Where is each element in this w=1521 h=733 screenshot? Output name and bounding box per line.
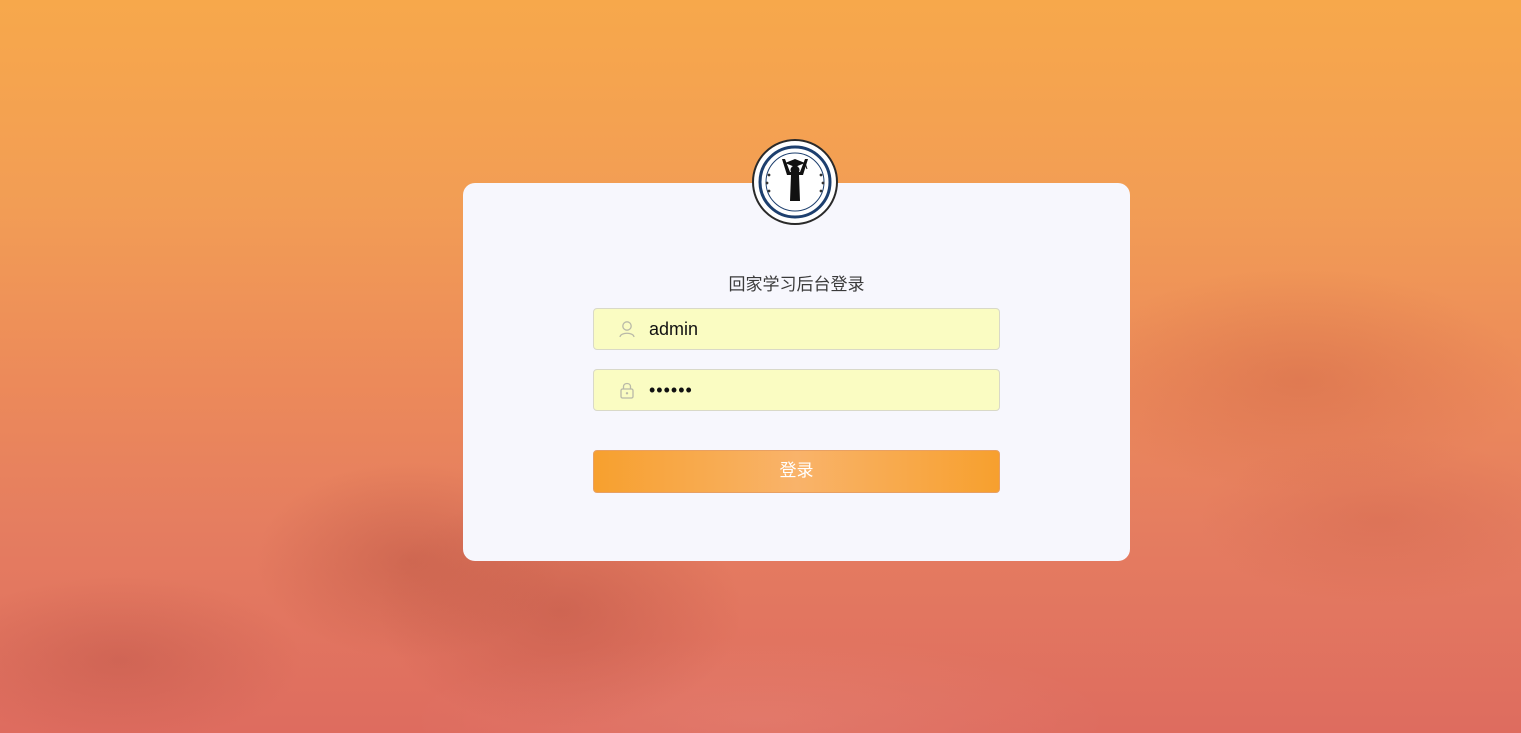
login-title: 回家学习后台登录 bbox=[728, 275, 865, 295]
password-input[interactable] bbox=[649, 370, 989, 410]
login-button[interactable]: 登录 bbox=[593, 450, 1000, 493]
username-input[interactable] bbox=[649, 309, 989, 349]
graduate-logo-icon bbox=[752, 139, 838, 225]
password-field[interactable] bbox=[593, 369, 1000, 411]
user-icon bbox=[617, 319, 637, 339]
login-page: 回家学习后台登录 登录 bbox=[0, 0, 1521, 733]
username-field[interactable] bbox=[593, 308, 1000, 350]
lock-icon bbox=[617, 380, 637, 400]
